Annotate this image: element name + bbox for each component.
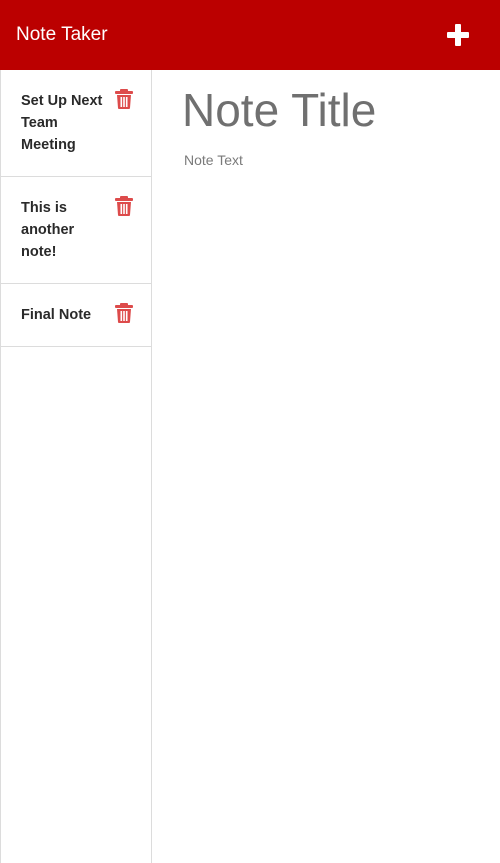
trash-icon [115, 196, 133, 216]
plus-icon [447, 24, 469, 46]
note-list-item-title[interactable]: Set Up Next Team Meeting [21, 90, 109, 156]
delete-note-button[interactable] [114, 88, 134, 110]
navbar: Note Taker [0, 0, 500, 70]
trash-icon [115, 89, 133, 109]
app-brand[interactable]: Note Taker [16, 22, 108, 48]
note-list-item[interactable]: This is another note! [1, 177, 151, 284]
note-text-input[interactable] [184, 150, 484, 750]
note-list-item[interactable]: Set Up Next Team Meeting [1, 70, 151, 177]
note-editor [152, 70, 500, 863]
delete-note-button[interactable] [114, 195, 134, 217]
new-note-button[interactable] [440, 17, 476, 53]
notes-sidebar: Set Up Next Team Meeting This is another… [0, 70, 152, 863]
note-list-item-title[interactable]: This is another note! [21, 197, 109, 263]
note-list-item[interactable]: Final Note [1, 284, 151, 347]
note-title-input[interactable] [182, 82, 482, 138]
note-list-item-title[interactable]: Final Note [21, 304, 109, 326]
delete-note-button[interactable] [114, 302, 134, 324]
trash-icon [115, 303, 133, 323]
